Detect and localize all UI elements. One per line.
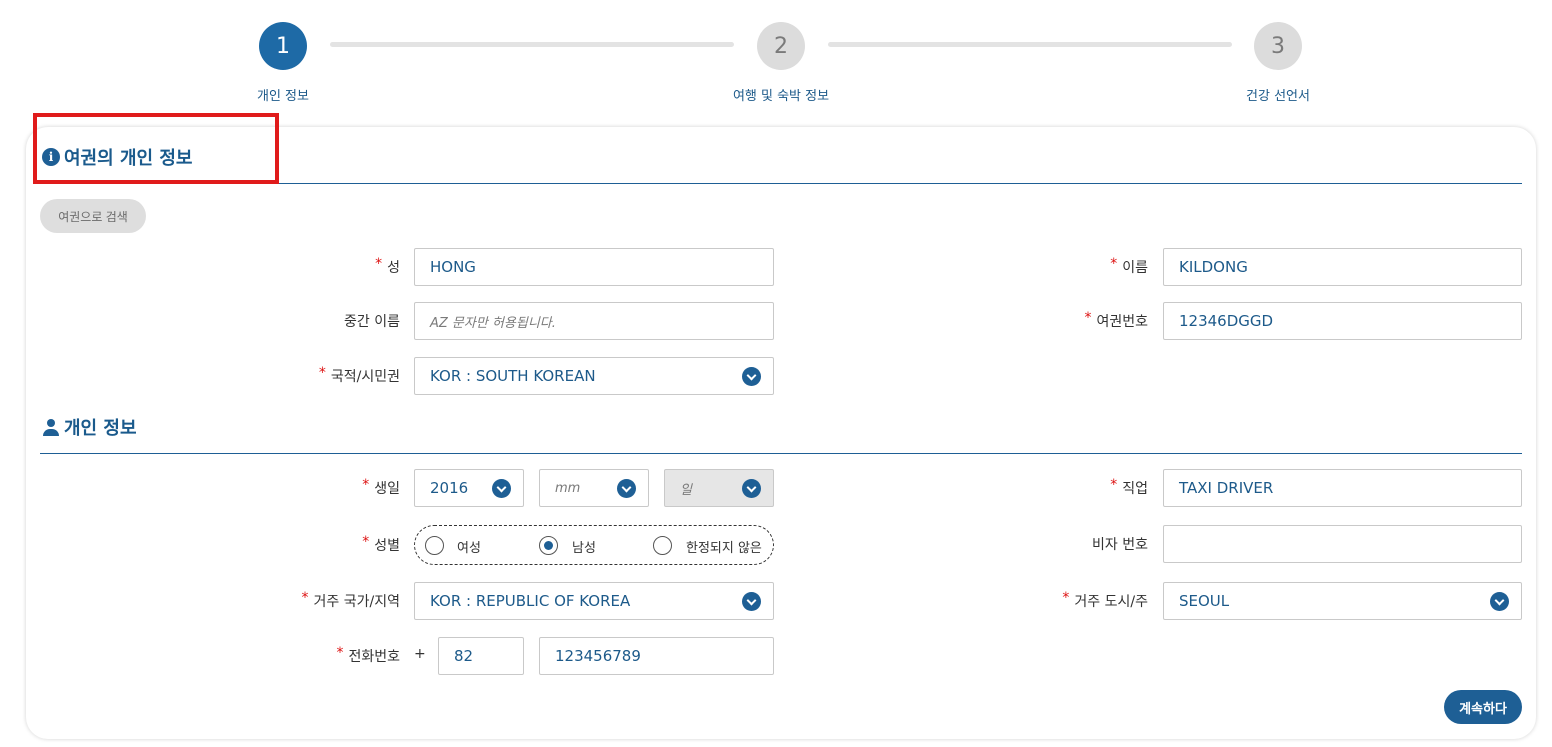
birthdate-label-text: 생일 (374, 481, 400, 497)
chevron-down-icon (742, 592, 761, 611)
surname-label-text: 성 (387, 260, 400, 276)
phone-country-code-input[interactable]: 82 (438, 637, 524, 675)
gender-label: * 성별 (250, 526, 400, 564)
passport-number-label-text: 여권번호 (1096, 314, 1148, 330)
residence-country-select[interactable]: KOR : REPUBLIC OF KOREA (414, 582, 774, 620)
nationality-label: * 국적/시민권 (250, 357, 400, 395)
birth-day-placeholder: 일 (680, 482, 692, 498)
required-marker: * (1062, 590, 1070, 606)
birth-year-value: 2016 (430, 479, 469, 497)
step-2-circle[interactable]: 2 (757, 22, 805, 70)
required-marker: * (318, 365, 326, 381)
phone-plus-sign: + (414, 646, 426, 662)
gender-radio-group: 여성 남성 한정되지 않은 (414, 525, 774, 565)
residence-city-select[interactable]: SEOUL (1163, 582, 1522, 620)
birth-day-select[interactable]: 일 (664, 469, 774, 507)
middle-name-label: 중간 이름 (250, 302, 400, 340)
phone-label: * 전화번호 (250, 637, 400, 675)
gender-radio-unspecified[interactable] (653, 536, 672, 555)
visa-number-label-text: 비자 번호 (1092, 537, 1148, 553)
person-icon (42, 418, 60, 436)
residence-city-value: SEOUL (1179, 592, 1230, 610)
surname-input[interactable]: HONG (414, 248, 774, 286)
residence-country-label: * 거주 국가/지역 (250, 582, 400, 620)
middle-name-input[interactable]: AZ 문자만 허용됩니다. (414, 302, 774, 340)
required-marker: * (1110, 477, 1118, 493)
step-1-label: 개인 정보 (257, 89, 309, 104)
gender-option-male[interactable]: 남성 (572, 537, 596, 556)
given-name-label: * 이름 (998, 248, 1148, 286)
gender-option-female[interactable]: 여성 (457, 537, 481, 556)
given-name-label-text: 이름 (1122, 260, 1148, 276)
required-marker: * (1110, 256, 1118, 272)
surname-label: * 성 (250, 248, 400, 286)
chevron-down-icon (617, 479, 636, 498)
continue-button[interactable]: 계속하다 (1444, 690, 1522, 724)
phone-number-input[interactable]: 123456789 (539, 637, 774, 675)
visa-number-label: 비자 번호 (998, 525, 1148, 563)
residence-country-value: KOR : REPUBLIC OF KOREA (430, 592, 631, 610)
gender-option-unspecified[interactable]: 한정되지 않은 (686, 537, 762, 556)
personal-section-title: 개인 정보 (42, 414, 137, 440)
required-marker: * (301, 590, 309, 606)
residence-city-label-text: 거주 도시/주 (1074, 594, 1148, 610)
middle-name-label-text: 중간 이름 (344, 314, 400, 330)
step-connector-1 (330, 42, 734, 47)
nationality-select[interactable]: KOR : SOUTH KOREAN (414, 357, 774, 395)
required-marker: * (336, 645, 344, 661)
visa-number-input[interactable] (1163, 525, 1522, 563)
residence-city-label: * 거주 도시/주 (998, 582, 1148, 620)
required-marker: * (362, 477, 370, 493)
personal-section-divider (40, 453, 1522, 454)
birth-month-placeholder: mm (555, 480, 581, 496)
gender-radio-female[interactable] (425, 536, 444, 555)
gender-radio-male[interactable] (539, 536, 558, 555)
chevron-down-icon (742, 479, 761, 498)
passport-number-input[interactable]: 12346DGGD (1163, 302, 1522, 340)
passport-search-button[interactable]: 여권으로 검색 (40, 199, 146, 233)
step-3-circle[interactable]: 3 (1254, 22, 1302, 70)
step-connector-2 (828, 42, 1232, 47)
phone-label-text: 전화번호 (348, 649, 400, 665)
chevron-down-icon (742, 367, 761, 386)
occupation-label: * 직업 (998, 469, 1148, 507)
required-marker: * (1084, 310, 1092, 326)
required-marker: * (375, 256, 383, 272)
birth-year-select[interactable]: 2016 (414, 469, 524, 507)
required-marker: * (362, 534, 370, 550)
gender-label-text: 성별 (374, 538, 400, 554)
birth-month-select[interactable]: mm (539, 469, 649, 507)
birthdate-label: * 생일 (250, 469, 400, 507)
residence-country-label-text: 거주 국가/지역 (313, 594, 400, 610)
chevron-down-icon (492, 479, 511, 498)
nationality-label-text: 국적/시민권 (330, 369, 400, 385)
occupation-input[interactable]: TAXI DRIVER (1163, 469, 1522, 507)
given-name-input[interactable]: KILDONG (1163, 248, 1522, 286)
personal-section-title-text: 개인 정보 (64, 418, 137, 439)
passport-number-label: * 여권번호 (998, 302, 1148, 340)
step-2-label: 여행 및 숙박 정보 (732, 89, 830, 104)
chevron-down-icon (1490, 592, 1509, 611)
step-3-label: 건강 선언서 (1246, 89, 1310, 104)
nationality-value: KOR : SOUTH KOREAN (430, 367, 596, 385)
step-1-circle[interactable]: 1 (259, 22, 307, 70)
highlight-box (33, 113, 279, 184)
occupation-label-text: 직업 (1122, 481, 1148, 497)
